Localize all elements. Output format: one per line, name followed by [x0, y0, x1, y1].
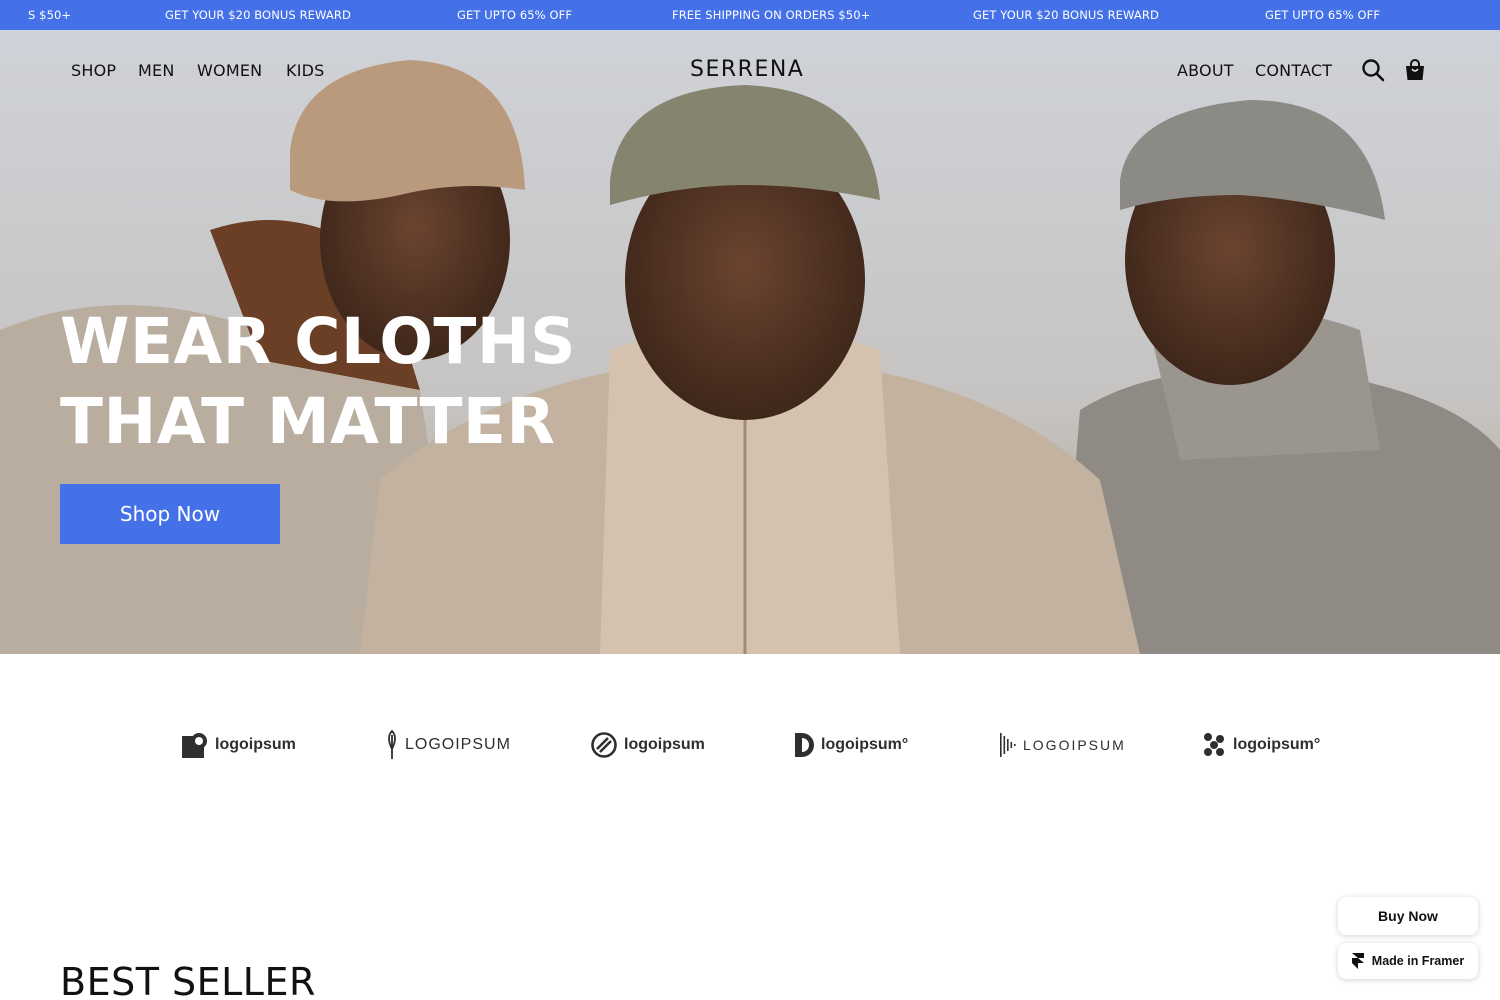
logo-leaf-icon: [388, 729, 396, 759]
logo-text: logoipsum°: [821, 736, 909, 753]
announcement-message: GET YOUR $20 BONUS REWARD: [973, 8, 1159, 22]
announcement-message: GET YOUR $20 BONUS REWARD: [165, 8, 351, 22]
announcement-message: S $50+: [28, 8, 72, 22]
logo-text: logoipsum°: [1233, 736, 1321, 753]
hero-section: SHOP MEN WOMEN KIDS SERRENA ABOUT CONTAC…: [0, 30, 1500, 654]
announcement-bar: S $50+ GET YOUR $20 BONUS REWARD GET UPT…: [0, 0, 1500, 30]
logo-text: logoipsum: [215, 736, 296, 753]
brand-logo[interactable]: SERRENA: [690, 57, 804, 82]
logo-bars-icon: [1000, 733, 1016, 757]
shopping-bag-icon[interactable]: [1403, 58, 1427, 82]
nav-link-women[interactable]: WOMEN: [197, 61, 262, 80]
announcement-message: GET UPTO 65% OFF: [1265, 8, 1381, 22]
logo-circle-slash-icon: [591, 732, 617, 758]
hero-headline: WEAR CLOTHS THAT MATTER: [60, 302, 680, 462]
section-title-best-seller: BEST SELLER: [60, 960, 316, 1000]
partner-logo: logoipsum: [590, 728, 705, 762]
nav-link-men[interactable]: MEN: [138, 61, 174, 80]
nav-link-kids[interactable]: KIDS: [286, 61, 325, 80]
search-icon[interactable]: [1361, 58, 1385, 82]
logo-text: logoipsum: [624, 736, 705, 753]
nav-link-shop[interactable]: SHOP: [71, 61, 116, 80]
made-in-framer-label: Made in Framer: [1371, 954, 1465, 968]
logo-half-circle-icon: [795, 733, 814, 757]
logo-text: LOGOIPSUM: [405, 736, 511, 753]
announcement-message: FREE SHIPPING ON ORDERS $50+: [672, 8, 871, 22]
partner-logo: logoipsum°: [793, 728, 908, 762]
partner-logo: LOGOIPSUM: [999, 728, 1126, 762]
partner-logo: logoipsum°: [1201, 728, 1320, 762]
buy-now-button[interactable]: Buy Now: [1338, 897, 1478, 935]
partner-logo: logoipsum: [181, 728, 296, 762]
announcement-message: GET UPTO 65% OFF: [457, 8, 573, 22]
hero-headline-line: THAT MATTER: [60, 385, 556, 458]
buy-now-label: Buy Now: [1378, 908, 1438, 924]
logo-dots-icon: [1204, 733, 1224, 756]
partner-logo: LOGOIPSUM: [385, 728, 511, 762]
nav-link-contact[interactable]: CONTACT: [1255, 61, 1332, 80]
hero-headline-line: WEAR CLOTHS: [60, 305, 576, 378]
logo-square-icon: [182, 733, 207, 758]
logo-text: LOGOIPSUM: [1023, 737, 1126, 753]
shop-now-button[interactable]: Shop Now: [60, 484, 280, 544]
nav-link-about[interactable]: ABOUT: [1177, 61, 1234, 80]
made-in-framer-badge[interactable]: Made in Framer: [1338, 943, 1478, 979]
framer-icon: [1351, 953, 1364, 969]
